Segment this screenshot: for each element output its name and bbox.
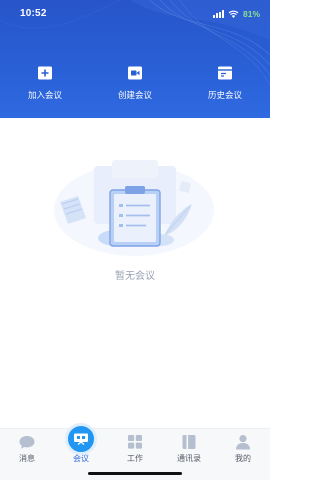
app-screen: 10:52 81% 加入会议 创建会议 历史会议 暂无会议 消息 会议 工作 通… — [0, 0, 270, 480]
tab-work-label: 工作 — [127, 454, 143, 463]
create-meeting-button[interactable]: 创建会议 — [90, 66, 180, 106]
empty-state: 暂无会议 — [0, 150, 270, 290]
clipboard-illustration-icon — [54, 160, 214, 256]
tab-messages[interactable]: 消息 — [0, 429, 54, 480]
contacts-book-icon — [182, 435, 196, 449]
join-meeting-button[interactable]: 加入会议 — [0, 66, 90, 106]
status-indicators: 81% — [212, 8, 260, 19]
join-meeting-label: 加入会议 — [27, 90, 62, 100]
grid-icon — [128, 435, 142, 449]
tab-mine-label: 我的 — [235, 454, 251, 463]
cellular-signal-icon — [212, 9, 224, 18]
meeting-icon — [65, 423, 97, 455]
tab-mine[interactable]: 我的 — [216, 429, 270, 480]
tab-contacts-label: 通讯录 — [177, 454, 201, 463]
history-card-icon — [218, 66, 232, 80]
wifi-icon — [228, 10, 239, 18]
create-meeting-label: 创建会议 — [117, 90, 152, 100]
chat-bubble-icon — [19, 436, 35, 449]
person-icon — [236, 435, 250, 450]
empty-state-text: 暂无会议 — [115, 271, 155, 282]
battery-percentage: 81% — [242, 8, 260, 19]
status-bar: 10:52 81% — [0, 0, 270, 26]
video-camera-icon — [128, 66, 142, 80]
header: 10:52 81% 加入会议 创建会议 历史会议 — [0, 0, 270, 118]
tab-messages-label: 消息 — [19, 454, 35, 463]
home-indicator — [88, 472, 182, 475]
add-square-icon — [38, 66, 52, 80]
history-meeting-label: 历史会议 — [207, 90, 242, 100]
history-meeting-button[interactable]: 历史会议 — [180, 66, 270, 106]
status-time: 10:52 — [20, 8, 47, 19]
meeting-actions: 加入会议 创建会议 历史会议 — [0, 66, 270, 106]
